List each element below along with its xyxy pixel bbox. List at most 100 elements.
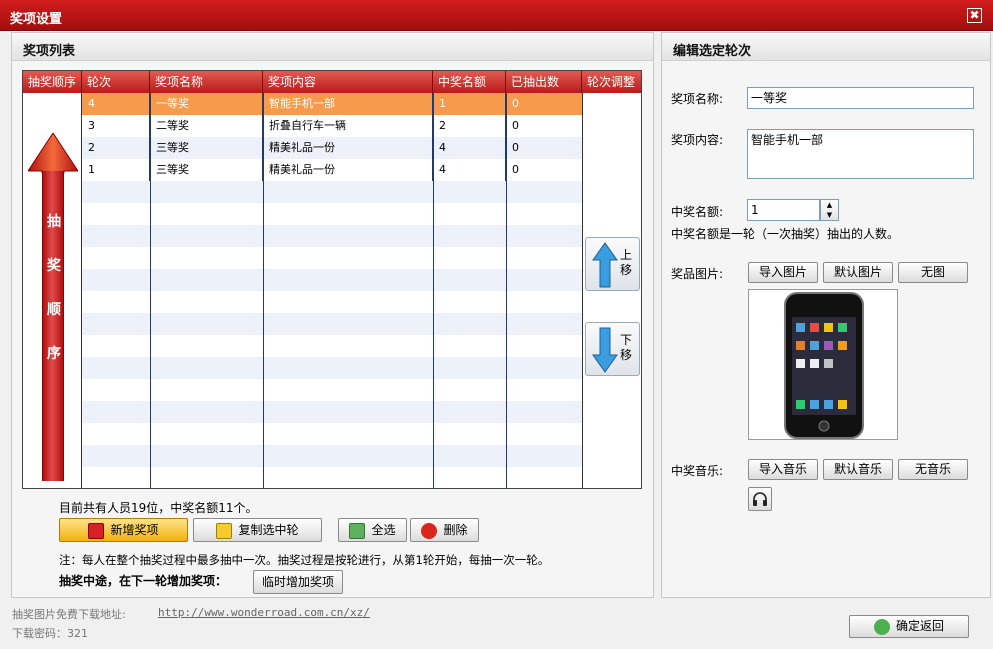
blue-up-arrow-icon [592, 242, 618, 288]
prize-music-label: 中奖音乐: [671, 464, 724, 478]
move-down-label: 下移 [620, 333, 634, 363]
delete-button[interactable]: 删除 [410, 518, 479, 542]
empty-row [82, 445, 582, 467]
cell-round: 3 [82, 115, 150, 137]
title-bar: 奖项设置 ✖ [0, 0, 993, 31]
add-prize-label: 新增奖项 [110, 523, 159, 537]
arrow-char-1: 抽 [47, 214, 61, 230]
arrow-char-4: 序 [47, 346, 61, 362]
table-row[interactable]: 1 三等奖 精美礼品一份 4 0 [82, 159, 582, 181]
cell-name: 一等奖 [150, 93, 263, 115]
table-row[interactable]: 3 二等奖 折叠自行车一辆 2 0 [82, 115, 582, 137]
cell-quota: 4 [433, 137, 506, 159]
stepper-down-icon[interactable]: ▼ [821, 210, 838, 220]
draw-order-arrow: 抽 奖 顺 序 [42, 171, 64, 481]
col-header-draw-order: 抽奖顺序 [23, 71, 82, 93]
cell-content: 精美礼品一份 [263, 159, 433, 181]
grid-line [506, 93, 507, 488]
col-header-round: 轮次 [82, 71, 150, 93]
prize-image-label: 奖品图片: [671, 267, 724, 281]
col-header-quota: 中奖名额 [433, 71, 506, 93]
download-password: 下载密码：321 [12, 627, 88, 640]
grid-line [263, 93, 264, 488]
prize-content-label: 奖项内容: [671, 133, 724, 147]
gift-icon [88, 522, 105, 539]
move-up-char-2: 移 [620, 263, 633, 277]
col-header-drawn: 已抽出数 [506, 71, 582, 93]
arrow-char-2: 奖 [47, 258, 61, 274]
cell-drawn: 0 [512, 141, 519, 154]
prize-table: 抽奖顺序 轮次 奖项名称 奖项内容 中奖名额 已抽出数 轮次调整 抽 奖 顺 序… [22, 70, 642, 489]
copy-icon [216, 522, 233, 539]
no-music-button[interactable]: 无音乐 [898, 459, 968, 480]
prize-name-field[interactable]: 一等奖 [747, 87, 974, 109]
prize-image-preview [748, 289, 898, 440]
cell-content: 折叠自行车一辆 [263, 115, 433, 137]
grid-line [150, 93, 151, 488]
empty-row [82, 225, 582, 247]
cell-round: 2 [82, 137, 150, 159]
import-music-button[interactable]: 导入音乐 [748, 459, 818, 480]
cell-name: 二等奖 [150, 115, 263, 137]
move-up-char-1: 上 [620, 248, 633, 262]
cell-round: 4 [82, 93, 150, 115]
summary-text: 目前共有人员19位，中奖名额11个。 [59, 501, 258, 515]
prize-name-label: 奖项名称: [671, 92, 724, 106]
cell-quota: 4 [433, 159, 506, 181]
cell-drawn: 0 [512, 97, 519, 110]
add-prize-button[interactable]: 新增奖项 [59, 518, 188, 542]
col-header-prize-content: 奖项内容 [263, 71, 433, 93]
cell-content: 智能手机一部 [263, 93, 433, 115]
move-down-char-2: 移 [620, 348, 633, 362]
confirm-return-button[interactable]: 确定返回 [849, 615, 969, 638]
cell-content: 精美礼品一份 [263, 137, 433, 159]
temp-add-prize-button[interactable]: 临时增加奖项 [253, 570, 343, 594]
empty-row [82, 269, 582, 291]
quota-hint: 中奖名额是一轮（一次抽奖）抽出的人数。 [671, 227, 900, 241]
checklist-icon [349, 522, 366, 539]
cell-round: 1 [82, 159, 150, 181]
prize-list-header: 奖项列表 [12, 33, 653, 61]
copy-round-button[interactable]: 复制选中轮 [193, 518, 322, 542]
cell-drawn: 0 [512, 163, 519, 176]
download-label: 抽奖图片免费下载地址: [12, 608, 126, 621]
blue-down-arrow-icon [592, 327, 618, 373]
import-image-button[interactable]: 导入图片 [748, 262, 818, 283]
cell-quota: 1 [433, 93, 506, 115]
draw-order-column: 抽 奖 顺 序 [23, 93, 82, 488]
delete-label: 删除 [443, 523, 468, 537]
empty-row [82, 357, 582, 379]
download-link[interactable]: http://www.wonderroad.com.cn/xz/ [158, 606, 370, 619]
move-up-label: 上移 [620, 248, 634, 278]
smartphone-icon [784, 292, 864, 439]
empty-row [82, 313, 582, 335]
close-button[interactable]: ✖ [967, 8, 982, 23]
move-down-char-1: 下 [620, 333, 633, 347]
rule-note: 注：每人在整个抽奖过程中最多抽中一次。抽奖过程是按轮进行，从第1轮开始，每抽一次… [59, 553, 550, 567]
select-all-button[interactable]: 全选 [338, 518, 407, 542]
move-up-button[interactable]: 上移 [585, 237, 640, 291]
select-all-label: 全选 [371, 523, 396, 537]
table-row[interactable]: 4 一等奖 智能手机一部 1 0 [82, 93, 582, 115]
grid-line [433, 93, 434, 488]
return-arrow-icon [873, 618, 890, 635]
quota-label: 中奖名额: [671, 205, 724, 219]
no-image-button[interactable]: 无图 [898, 262, 968, 283]
cell-drawn: 0 [512, 119, 519, 132]
cell-name: 三等奖 [150, 159, 263, 181]
default-music-button[interactable]: 默认音乐 [823, 459, 893, 480]
default-image-button[interactable]: 默认图片 [823, 262, 893, 283]
table-row[interactable]: 2 三等奖 精美礼品一份 4 0 [82, 137, 582, 159]
col-header-round-adjust: 轮次调整 [582, 71, 641, 93]
move-down-button[interactable]: 下移 [585, 322, 640, 376]
up-arrow-icon [28, 133, 78, 173]
cell-name: 三等奖 [150, 137, 263, 159]
prize-content-field[interactable]: 智能手机一部 [747, 129, 974, 179]
quota-stepper-buttons[interactable]: ▲ ▼ [820, 199, 839, 221]
quota-stepper[interactable]: 1 [747, 199, 820, 221]
headphones-icon [753, 492, 767, 506]
round-adjust-column: 上移 下移 [582, 93, 641, 488]
empty-row [82, 181, 582, 203]
stepper-up-icon[interactable]: ▲ [821, 200, 838, 210]
headphones-button[interactable] [748, 487, 772, 511]
